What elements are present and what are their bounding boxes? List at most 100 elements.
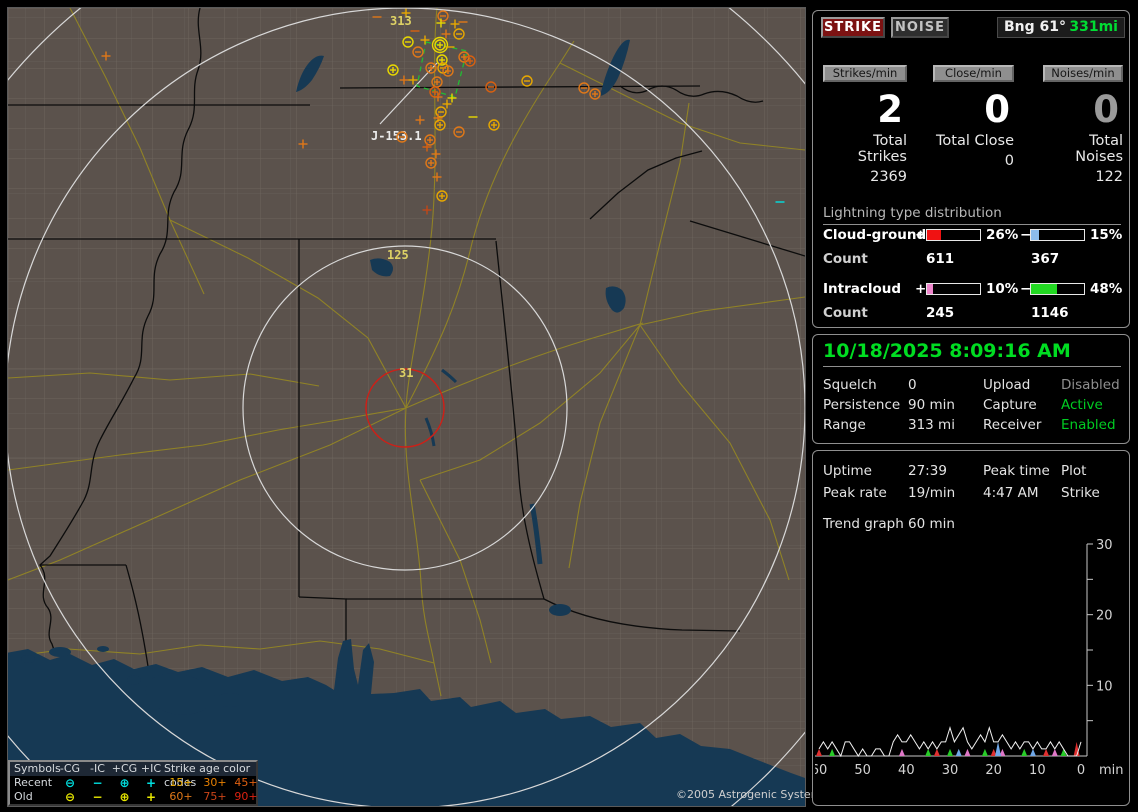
- age-code: 60+: [169, 790, 193, 803]
- plus-sign: +: [915, 227, 927, 243]
- counter-column: Noises/min 0 Total Noises 122: [1043, 65, 1123, 185]
- strike-symbol-glyph: ⊕: [119, 790, 130, 804]
- count-label: Count: [823, 305, 868, 321]
- strike-symbol-glyph: −: [92, 776, 103, 790]
- svg-text:10: 10: [1029, 763, 1046, 778]
- lightning-map[interactable]: J-153.1 31 125 313: [7, 7, 806, 807]
- copyright-text: ©2005 Astrogenic Systems: [676, 788, 828, 801]
- rate-value: 2: [877, 88, 903, 131]
- total-label: Total Noises: [1075, 133, 1123, 165]
- status-field-label: Capture: [983, 397, 1037, 413]
- total-value: 0: [1004, 153, 1014, 169]
- svg-text:60: 60: [815, 763, 827, 778]
- counter-column: Strikes/min 2 Total Strikes 2369: [823, 65, 907, 185]
- status-field-label: Receiver: [983, 417, 1042, 433]
- status-field-value: Active: [1061, 397, 1103, 413]
- session-panel: Uptime 27:39 Peak time Plot Peak rate 19/min 4…: [812, 450, 1130, 806]
- total-label: Total Strikes: [857, 133, 907, 165]
- svg-text:20: 20: [1096, 609, 1113, 624]
- svg-text:31: 31: [399, 366, 413, 380]
- svg-text:125: 125: [387, 248, 409, 262]
- total-value: 122: [1095, 169, 1123, 185]
- svg-text:313: 313: [390, 14, 412, 28]
- minus-percent-value: 48%: [1090, 281, 1123, 297]
- svg-text:0: 0: [1077, 763, 1085, 778]
- distribution-count-row: Count 245 1146: [813, 305, 1131, 321]
- rate-value: 0: [1093, 88, 1119, 131]
- strike-symbol-glyph: ⊕: [119, 776, 130, 790]
- status-field-label: Persistence: [823, 397, 901, 413]
- age-code: 15+: [169, 776, 193, 789]
- age-code: 45+: [234, 776, 258, 789]
- svg-text:50: 50: [854, 763, 871, 778]
- svg-text:40: 40: [898, 763, 915, 778]
- svg-text:30: 30: [1096, 538, 1113, 553]
- minus-percent-value: 15%: [1090, 227, 1123, 243]
- datetime-display: 10/18/2025 8:09:16 AM: [823, 340, 1121, 367]
- noise-button[interactable]: NOISE: [891, 17, 949, 38]
- status-panel: 10/18/2025 8:09:16 AM Squelch 0 Upload Disa…: [812, 334, 1130, 444]
- legend-row-label: Old: [14, 790, 33, 803]
- status-field-label: Upload: [983, 377, 1031, 393]
- plus-percent-value: 26%: [986, 227, 1019, 243]
- counters-panel: STRIKE NOISE Bng 61° 331mi Strikes/min 2 T…: [812, 10, 1130, 328]
- plus-percent-value: 10%: [986, 281, 1019, 297]
- rate-header-button[interactable]: Noises/min: [1043, 65, 1123, 82]
- plus-sign: +: [915, 281, 927, 297]
- status-field-value: Enabled: [1061, 417, 1116, 433]
- legend-panel: Symbols -CG -IC +CG +IC Strike age color…: [8, 760, 258, 806]
- status-field-value: 0: [908, 377, 917, 393]
- session-cell: 19/min: [908, 485, 956, 501]
- session-cell: Peak time: [983, 463, 1050, 479]
- strike-symbol-glyph: ⊖: [64, 776, 76, 790]
- distribution-title: Lightning type distribution: [823, 205, 1121, 225]
- bearing-value: Bng 61°: [1004, 19, 1067, 35]
- distribution-count-row: Count 611 367: [813, 251, 1131, 267]
- distribution-row: Cloud-ground +26% −15%: [813, 227, 1131, 243]
- count-label: Count: [823, 251, 868, 267]
- total-value: 2369: [870, 169, 907, 185]
- strike-symbol-glyph: +: [145, 776, 157, 790]
- session-cell: Uptime: [823, 463, 872, 479]
- status-field-label: Squelch: [823, 377, 877, 393]
- plus-count-value: 245: [926, 305, 955, 321]
- legend-row: Recent ⊖ − ⊕ +15+ 30+ 45+: [10, 776, 258, 790]
- rate-header-button[interactable]: Close/min: [933, 65, 1014, 82]
- minus-percent-bar: [1030, 229, 1085, 241]
- counter-column: Close/min 0 Total Close 0: [933, 65, 1014, 169]
- minus-count-value: 1146: [1031, 305, 1069, 321]
- strike-symbol-glyph: +: [145, 790, 157, 804]
- status-field-value: Disabled: [1061, 377, 1120, 393]
- minus-count-value: 367: [1031, 251, 1060, 267]
- map-canvas: J-153.1 31 125 313: [8, 8, 805, 806]
- session-cell: 4:47 AM: [983, 485, 1039, 501]
- legend-header: Symbols -CG -IC +CG +IC Strike age color…: [10, 762, 256, 789]
- session-cell: Strike: [1061, 485, 1100, 501]
- minus-percent-bar: [1030, 283, 1085, 295]
- strike-button[interactable]: STRIKE: [821, 17, 885, 38]
- distribution-type-label: Intracloud: [823, 281, 902, 297]
- legend-row: Old ⊖ − ⊕ +60+ 75+ 90+: [10, 790, 258, 804]
- trend-graph: 10 20 30 60 50 40 30 20 10 0 min: [815, 538, 1124, 778]
- age-code: 75+: [203, 790, 227, 803]
- plus-count-value: 611: [926, 251, 955, 267]
- age-code: 30+: [203, 776, 227, 789]
- legend-row-label: Recent: [14, 776, 53, 789]
- svg-text:J-153.1: J-153.1: [371, 129, 422, 143]
- total-label: Total Close: [936, 133, 1014, 149]
- svg-text:min: min: [1099, 763, 1124, 778]
- svg-text:10: 10: [1096, 679, 1113, 694]
- status-field-label: Range: [823, 417, 866, 433]
- status-field-value: 313 mi: [908, 417, 955, 433]
- status-field-value: 90 min: [908, 397, 955, 413]
- distribution-row: Intracloud +10% −48%: [813, 281, 1131, 297]
- plus-percent-bar: [926, 283, 981, 295]
- trend-window-value: 60 min: [908, 516, 955, 532]
- session-cell: 27:39: [908, 463, 947, 479]
- session-cell: Plot: [1061, 463, 1087, 479]
- svg-text:30: 30: [942, 763, 959, 778]
- svg-text:20: 20: [985, 763, 1002, 778]
- rate-header-button[interactable]: Strikes/min: [823, 65, 907, 82]
- rate-value: 0: [984, 88, 1010, 131]
- distribution-type-label: Cloud-ground: [823, 227, 927, 243]
